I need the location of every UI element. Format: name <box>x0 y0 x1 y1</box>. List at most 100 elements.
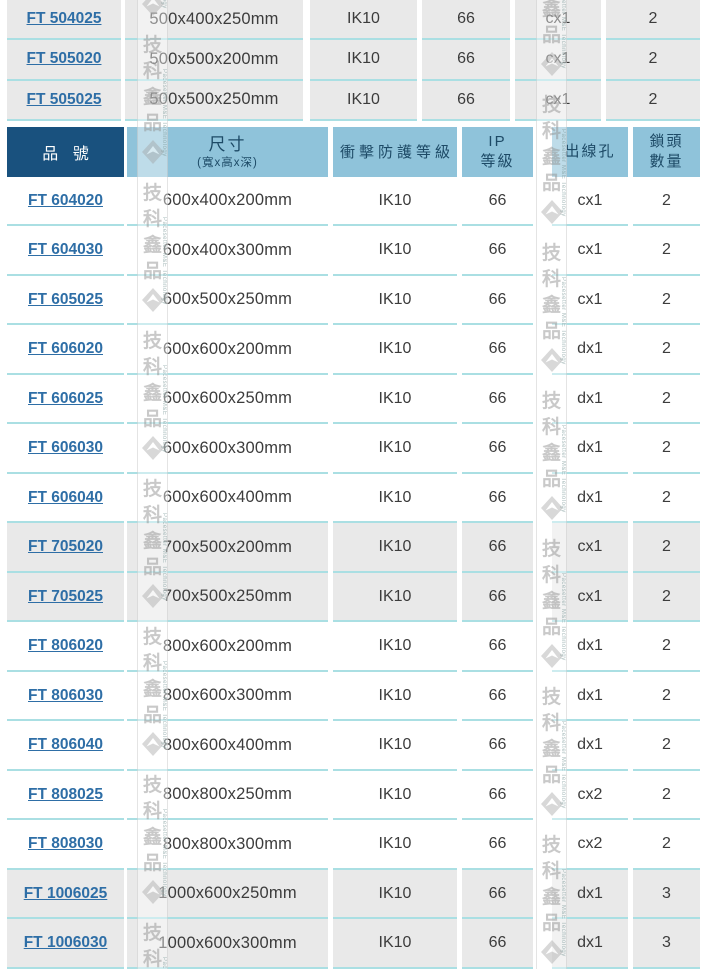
lock-count-cell: 2 <box>606 81 700 121</box>
size-cell: 700x500x200mm <box>127 523 328 573</box>
column-divider <box>533 573 552 623</box>
table-row: FT 1006025 1000x600x250mm IK10 66 dx1 3 <box>7 870 700 920</box>
size-cell: 600x500x250mm <box>127 276 328 326</box>
product-link[interactable]: FT 505025 <box>27 91 102 109</box>
ip-rating-cell: 66 <box>462 375 533 425</box>
impact-rating-cell: IK10 <box>333 523 457 573</box>
impact-rating-cell: IK10 <box>333 226 457 276</box>
table-row: FT 1006030 1000x600x300mm IK10 66 dx1 3 <box>7 919 700 969</box>
impact-rating-cell: IK10 <box>333 820 457 870</box>
product-link[interactable]: FT 705020 <box>28 538 103 556</box>
lock-count-cell: 2 <box>633 424 700 474</box>
product-link[interactable]: FT 806030 <box>28 687 103 705</box>
product-link[interactable]: FT 606025 <box>28 390 103 408</box>
header-size: 尺寸 (寬x高x深) <box>127 127 328 177</box>
ip-rating-cell: 66 <box>422 0 510 40</box>
impact-rating-cell: IK10 <box>333 672 457 722</box>
outlet-cell: dx1 <box>552 622 628 672</box>
column-divider <box>533 424 552 474</box>
product-id-cell: FT 808030 <box>7 820 124 870</box>
size-cell: 600x600x400mm <box>127 474 328 524</box>
lock-count-cell: 2 <box>633 474 700 524</box>
column-divider <box>533 870 552 920</box>
product-id-cell: FT 505025 <box>7 81 121 121</box>
ip-rating-cell: 66 <box>462 919 533 969</box>
size-cell: 600x400x300mm <box>127 226 328 276</box>
ip-rating-cell: 66 <box>462 573 533 623</box>
size-cell: 500x500x200mm <box>125 40 303 80</box>
table-row: FT 705020 700x500x200mm IK10 66 cx1 2 <box>7 523 700 573</box>
product-link[interactable]: FT 504025 <box>27 10 102 28</box>
size-cell: 600x600x300mm <box>127 424 328 474</box>
ip-rating-cell: 66 <box>462 622 533 672</box>
outlet-cell: cx2 <box>552 820 628 870</box>
outlet-cell: dx1 <box>552 870 628 920</box>
ip-rating-cell: 66 <box>462 226 533 276</box>
outlet-cell: cx1 <box>552 276 628 326</box>
column-divider <box>533 771 552 821</box>
product-link[interactable]: FT 604030 <box>28 241 103 259</box>
impact-rating-cell: IK10 <box>333 573 457 623</box>
outlet-cell: dx1 <box>552 424 628 474</box>
impact-rating-cell: IK10 <box>333 424 457 474</box>
ip-rating-cell: 66 <box>462 523 533 573</box>
column-divider <box>533 276 552 326</box>
outlet-cell: dx1 <box>552 919 628 969</box>
product-link[interactable]: FT 604020 <box>28 192 103 210</box>
product-link[interactable]: FT 1006030 <box>24 934 108 952</box>
lock-count-cell: 2 <box>633 375 700 425</box>
size-cell: 800x600x200mm <box>127 622 328 672</box>
product-link[interactable]: FT 606030 <box>28 439 103 457</box>
column-divider <box>533 919 552 969</box>
lock-count-cell: 2 <box>633 276 700 326</box>
spec-table-body: FT 604020 600x400x200mm IK10 66 cx1 2 FT… <box>7 177 700 969</box>
size-cell: 600x400x200mm <box>127 177 328 227</box>
column-divider <box>533 127 552 177</box>
product-link[interactable]: FT 705025 <box>28 588 103 606</box>
lock-count-cell: 2 <box>606 40 700 80</box>
product-id-cell: FT 806040 <box>7 721 124 771</box>
product-link[interactable]: FT 808030 <box>28 835 103 853</box>
impact-rating-cell: IK10 <box>333 771 457 821</box>
column-divider <box>533 325 552 375</box>
ip-rating-cell: 66 <box>462 177 533 227</box>
outlet-cell: cx1 <box>552 573 628 623</box>
table-row: FT 806040 800x600x400mm IK10 66 dx1 2 <box>7 721 700 771</box>
product-id-cell: FT 1006030 <box>7 919 124 969</box>
product-id-cell: FT 606040 <box>7 474 124 524</box>
lock-count-cell: 2 <box>633 325 700 375</box>
lock-count-cell: 2 <box>606 0 700 40</box>
table-row: FT 606040 600x600x400mm IK10 66 dx1 2 <box>7 474 700 524</box>
size-cell: 700x500x250mm <box>127 573 328 623</box>
product-link[interactable]: FT 806020 <box>28 637 103 655</box>
product-link[interactable]: FT 1006025 <box>24 885 108 903</box>
product-link[interactable]: FT 606040 <box>28 489 103 507</box>
size-cell: 600x600x200mm <box>127 325 328 375</box>
table-row: FT 808025 800x800x250mm IK10 66 cx2 2 <box>7 771 700 821</box>
column-divider <box>533 622 552 672</box>
lock-count-cell: 2 <box>633 226 700 276</box>
impact-rating-cell: IK10 <box>333 870 457 920</box>
product-link[interactable]: FT 605025 <box>28 291 103 309</box>
product-link[interactable]: FT 505020 <box>27 50 102 68</box>
product-link[interactable]: FT 606020 <box>28 340 103 358</box>
product-id-cell: FT 606025 <box>7 375 124 425</box>
product-link[interactable]: FT 806040 <box>28 736 103 754</box>
product-id-cell: FT 504025 <box>7 0 121 40</box>
product-id-cell: FT 705025 <box>7 573 124 623</box>
outlet-cell: dx1 <box>552 672 628 722</box>
size-cell: 500x400x250mm <box>125 0 303 40</box>
table-row: FT 505020 500x500x200mm IK10 66 cx1 2 <box>7 40 700 80</box>
table-row: FT 705025 700x500x250mm IK10 66 cx1 2 <box>7 573 700 623</box>
product-link[interactable]: FT 808025 <box>28 786 103 804</box>
header-size-title: 尺寸 <box>209 134 247 156</box>
ip-rating-cell: 66 <box>462 424 533 474</box>
table-row: FT 604030 600x400x300mm IK10 66 cx1 2 <box>7 226 700 276</box>
product-id-cell: FT 605025 <box>7 276 124 326</box>
lock-count-cell: 2 <box>633 820 700 870</box>
size-cell: 800x600x400mm <box>127 721 328 771</box>
outlet-cell: cx1 <box>552 226 628 276</box>
impact-rating-cell: IK10 <box>310 40 417 80</box>
product-id-cell: FT 806020 <box>7 622 124 672</box>
size-cell: 800x800x250mm <box>127 771 328 821</box>
